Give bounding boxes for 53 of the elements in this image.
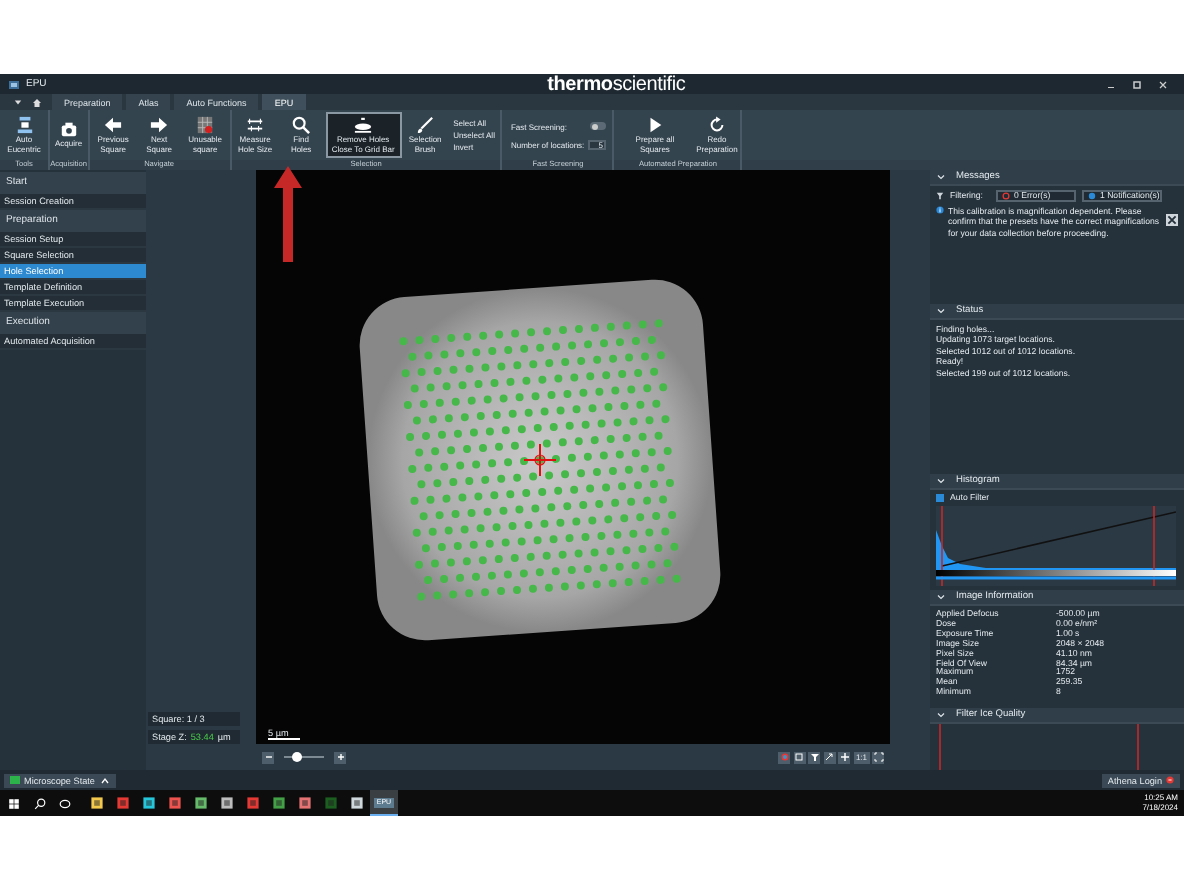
- status-light-icon: [10, 776, 20, 784]
- view-tool-button[interactable]: [872, 751, 884, 763]
- error-icon: [1166, 776, 1174, 784]
- plus-icon: [335, 752, 345, 762]
- move-icon: [839, 752, 850, 762]
- play-icon: [645, 116, 664, 135]
- chevron-icon[interactable]: [936, 172, 946, 182]
- windows-icon: [7, 797, 19, 809]
- chevron-icon[interactable]: [936, 306, 946, 316]
- error-icon: [1002, 192, 1010, 200]
- zoom-in-button[interactable]: [334, 751, 346, 763]
- fit-icon: [873, 752, 883, 762]
- dropdown-caret-icon[interactable]: [14, 98, 22, 106]
- right-arrow-icon: [150, 116, 169, 135]
- info-icon: [1088, 192, 1096, 200]
- filter-icon: [809, 752, 820, 762]
- refresh-icon: [707, 116, 726, 135]
- caret-up-icon: [99, 775, 109, 785]
- ruler-icon: [246, 116, 265, 135]
- view-tool-button[interactable]: [793, 751, 806, 763]
- brush-icon: [416, 116, 435, 135]
- view-tool-button[interactable]: [808, 751, 821, 763]
- camera-icon: [59, 120, 78, 139]
- minus-icon: [263, 752, 273, 762]
- brand-logo: thermoscientific: [547, 73, 686, 95]
- restore-icon[interactable]: [1132, 79, 1142, 89]
- arrow-annotation: [272, 166, 304, 262]
- home-icon[interactable]: [32, 97, 42, 107]
- close-icon: [1166, 214, 1178, 226]
- dish-icon: [354, 116, 373, 135]
- zoom-out-button[interactable]: [262, 751, 274, 763]
- view-tool-button[interactable]: [838, 751, 851, 763]
- toggle-switch[interactable]: [590, 122, 607, 130]
- chevron-icon[interactable]: [936, 592, 946, 602]
- search-icon: [292, 116, 311, 135]
- ring-icon: [58, 797, 72, 809]
- chevron-icon[interactable]: [936, 476, 946, 486]
- view-tool-button[interactable]: [823, 751, 836, 763]
- close-icon[interactable]: [1158, 79, 1168, 89]
- grid-square-icon: [196, 116, 215, 135]
- dismiss-button[interactable]: [1166, 214, 1178, 226]
- info-icon: [936, 206, 944, 214]
- search-icon: [33, 797, 45, 809]
- app-icon: [8, 79, 20, 89]
- palette-icon: [779, 752, 790, 762]
- filter-icon: [936, 192, 944, 200]
- expand-icon: [824, 752, 835, 762]
- eucentric-icon: [15, 116, 33, 135]
- checkbox[interactable]: [936, 493, 944, 502]
- crop-icon: [794, 752, 805, 762]
- chevron-icon[interactable]: [936, 710, 946, 720]
- left-arrow-icon: [104, 116, 123, 135]
- zoom-slider-thumb[interactable]: [291, 752, 301, 762]
